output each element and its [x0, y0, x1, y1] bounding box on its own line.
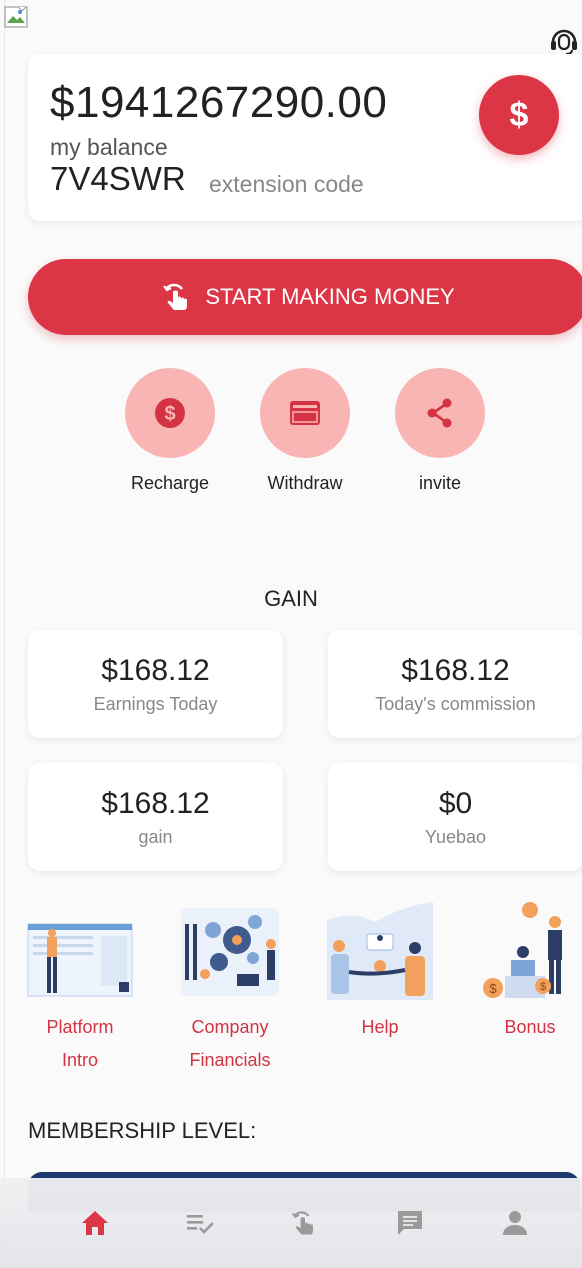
withdraw-label: Withdraw — [267, 473, 343, 493]
yuebao-card: $0 Yuebao — [328, 763, 582, 871]
gain-title: GAIN — [264, 586, 318, 611]
gain-card: $168.12 gain — [28, 763, 283, 871]
todays-commission-value: $168.12 — [401, 654, 510, 687]
dollar-button[interactable]: $ — [479, 75, 559, 155]
start-button-label: START MAKING MONEY — [205, 284, 455, 309]
company-financials-label: Company Financials — [175, 1011, 285, 1077]
membership-level-title: MEMBERSHIP LEVEL: — [28, 1118, 257, 1143]
extension-code: 7V4SWR — [50, 160, 186, 197]
svg-text:$: $ — [489, 981, 497, 996]
withdraw-button[interactable] — [260, 368, 350, 458]
yuebao-caption: Yuebao — [424, 827, 487, 847]
company-financials-illustration — [181, 908, 279, 996]
company-financials-label-line1: Company — [191, 1017, 269, 1037]
recharge-button[interactable]: $ — [125, 368, 215, 458]
tab-profile[interactable] — [462, 1178, 567, 1268]
help-illustration — [327, 902, 433, 1000]
dollar-icon: $ — [509, 95, 529, 134]
hand-tap-icon — [291, 1211, 313, 1235]
dollar-coin-icon: $ — [155, 398, 185, 428]
svg-text:$: $ — [164, 403, 175, 425]
earnings-today-caption: Earnings Today — [93, 694, 218, 714]
bottom-tab-bar — [0, 1178, 582, 1268]
platform-intro-label: Platform Intro — [25, 1011, 135, 1077]
platform-intro-illustration — [27, 923, 133, 997]
gain-caption: gain — [138, 827, 173, 847]
invite-label: invite — [418, 473, 462, 493]
start-making-money-button[interactable]: START MAKING MONEY — [28, 259, 582, 335]
svg-text:$: $ — [540, 981, 546, 993]
earnings-today-card: $168.12 Earnings Today — [28, 630, 283, 738]
help-label-line1: Help — [361, 1017, 399, 1037]
credit-card-icon — [290, 401, 320, 425]
recharge-label: Recharge — [130, 473, 210, 493]
todays-commission-card: $168.12 Today's commission — [328, 630, 582, 738]
user-icon — [502, 1211, 527, 1235]
balance-amount: $1941267290.00 — [50, 78, 388, 127]
tab-grab[interactable] — [252, 1178, 357, 1268]
withdraw-action[interactable]: Withdraw — [260, 368, 350, 494]
gain-value: $168.12 — [101, 787, 210, 820]
bonus-label-line1: Bonus — [504, 1017, 556, 1037]
tab-home[interactable] — [42, 1178, 147, 1268]
bonus-link[interactable]: $ $ Bonus — [475, 900, 582, 1044]
task-list-icon — [186, 1215, 214, 1234]
help-link[interactable]: Help — [325, 900, 435, 1044]
help-label: Help — [325, 1011, 435, 1044]
tab-messages[interactable] — [357, 1178, 462, 1268]
invite-button[interactable] — [395, 368, 485, 458]
company-financials-link[interactable]: Company Financials — [175, 900, 285, 1077]
hand-tap-icon — [163, 283, 188, 310]
bonus-illustration: $ $ — [483, 902, 562, 998]
platform-intro-label-line1: Platform — [46, 1017, 114, 1037]
share-icon — [427, 398, 452, 428]
company-financials-label-line2: Financials — [189, 1050, 271, 1070]
extension-code-label: extension code — [209, 171, 364, 197]
broken-image-icon — [4, 6, 28, 28]
tab-tasks[interactable] — [147, 1178, 252, 1268]
balance-label: my balance — [50, 134, 168, 160]
bonus-label: Bonus — [475, 1011, 582, 1044]
headset-icon[interactable] — [548, 24, 580, 56]
balance-card: $1941267290.00 my balance 7V4SWR extensi… — [28, 54, 582, 221]
home-icon — [81, 1211, 108, 1235]
platform-intro-label-line2: Intro — [61, 1050, 99, 1070]
recharge-action[interactable]: $ Recharge — [125, 368, 215, 494]
todays-commission-caption: Today's commission — [375, 694, 536, 714]
earnings-today-value: $168.12 — [101, 654, 210, 687]
message-icon — [397, 1211, 422, 1235]
platform-intro-link[interactable]: Platform Intro — [25, 900, 135, 1077]
yuebao-value: $0 — [438, 787, 473, 820]
invite-action[interactable]: invite — [395, 368, 485, 494]
